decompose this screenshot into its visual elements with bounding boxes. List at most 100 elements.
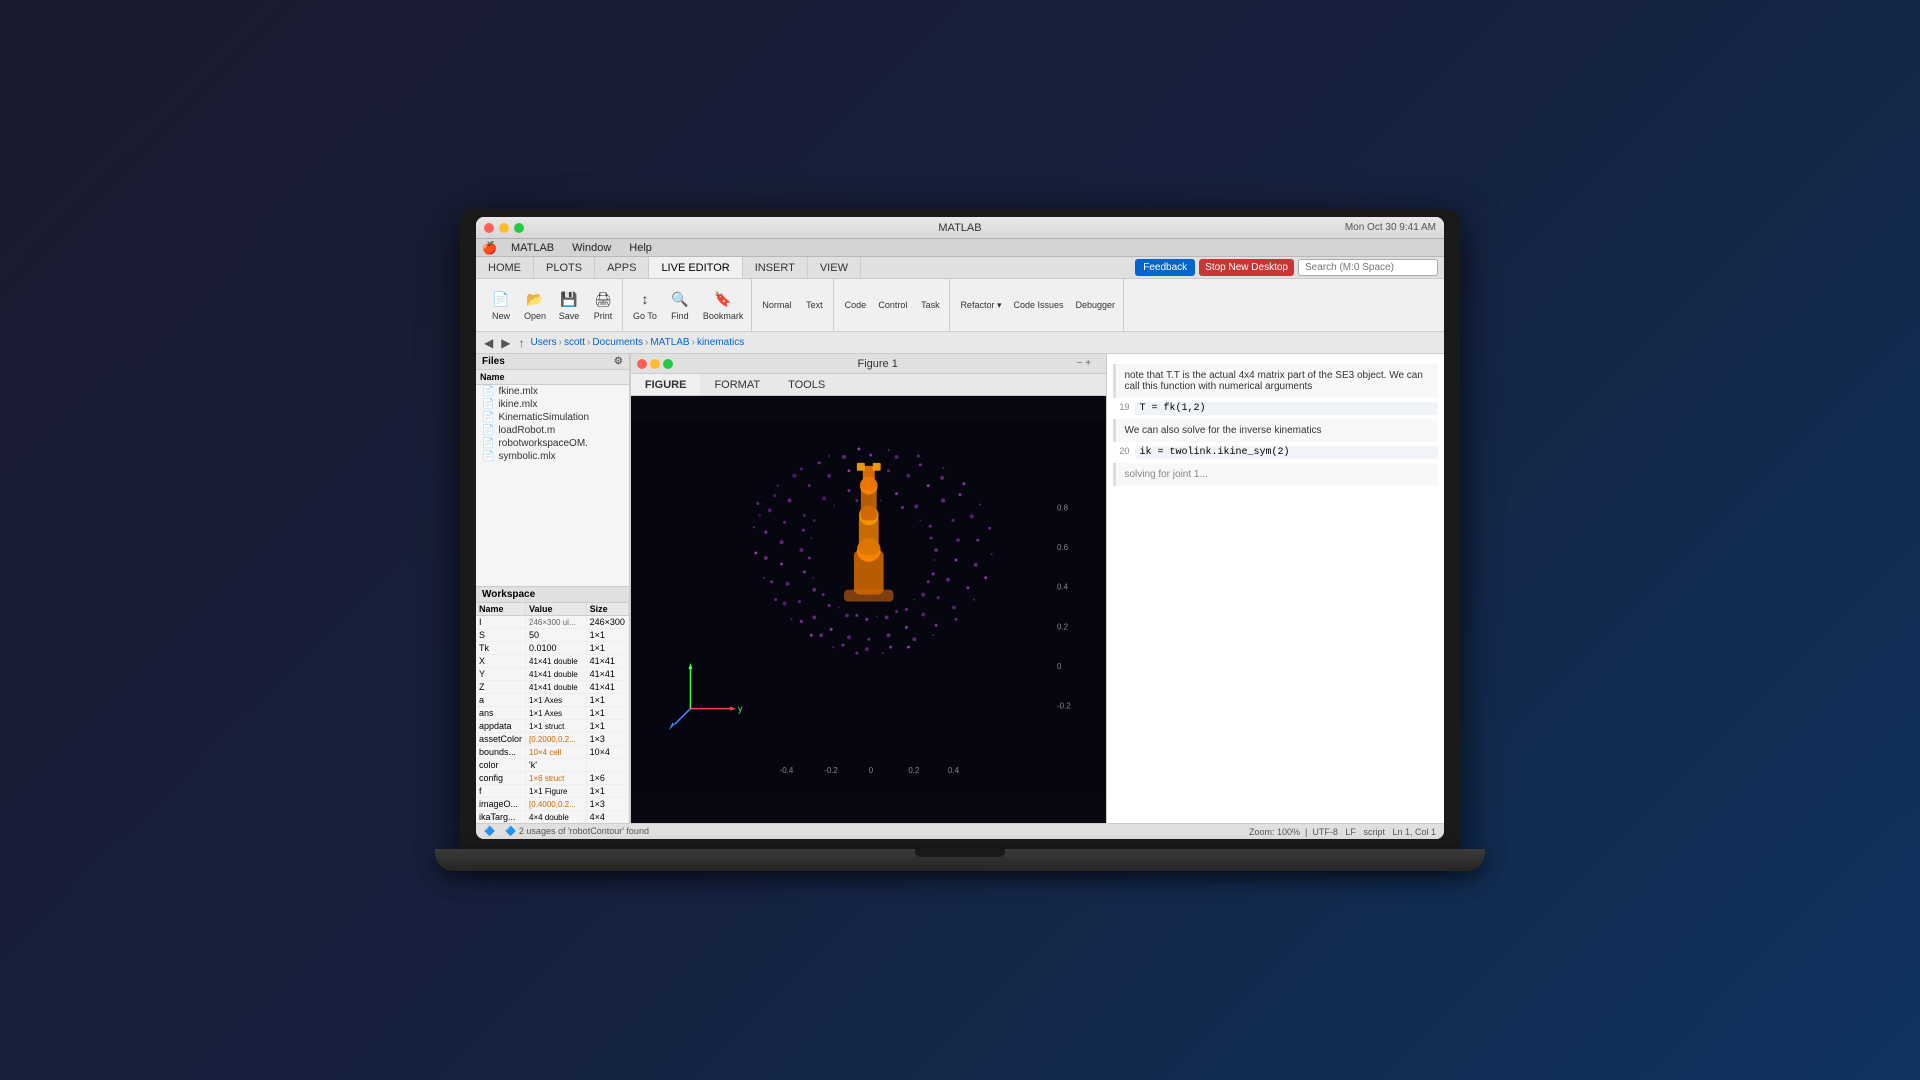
maximize-button[interactable]: [514, 223, 524, 233]
table-row[interactable]: f1×1 Figure1×1: [476, 785, 628, 798]
tab-plots[interactable]: PLOTS: [534, 257, 595, 278]
table-row[interactable]: S501×1: [476, 629, 628, 642]
tab-format[interactable]: FORMAT: [700, 374, 774, 395]
code-button[interactable]: Code: [840, 298, 870, 312]
figure-min[interactable]: [650, 359, 660, 369]
figure-zoom-in[interactable]: +: [1085, 358, 1091, 369]
nav-forward[interactable]: ▶: [499, 336, 512, 350]
code-text-20: ik = twolink.ikine_sym(2): [1135, 446, 1438, 459]
file-icon: 📄: [482, 438, 494, 449]
table-row[interactable]: ans1×1 Axes1×1: [476, 707, 628, 720]
find-button[interactable]: 🔍 Find: [665, 287, 695, 323]
toolbar-tabs: HOME PLOTS APPS LIVE EDITOR INSERT VIEW …: [476, 257, 1444, 279]
svg-text:0.2: 0.2: [908, 766, 919, 775]
breadcrumb-documents[interactable]: Documents: [592, 337, 643, 348]
tab-insert[interactable]: INSERT: [743, 257, 808, 278]
table-row[interactable]: imageO...[0.4000,0.2...1×3: [476, 798, 628, 811]
list-item[interactable]: 📄 KinematicSimulation: [476, 411, 629, 424]
menu-window[interactable]: Window: [568, 241, 615, 255]
bookmark-button[interactable]: 🔖 Bookmark: [699, 287, 748, 323]
figure-close[interactable]: [637, 359, 647, 369]
matlab-window: MATLAB Mon Oct 30 9:41 AM 🍎 MATLAB Windo…: [476, 217, 1444, 839]
table-row[interactable]: X41×41 double41×41: [476, 655, 628, 668]
figure-tabs: FIGURE FORMAT TOOLS: [631, 374, 1107, 396]
print-button[interactable]: 🖨 Print: [588, 287, 618, 323]
code-line-20: 20 ik = twolink.ikine_sym(2): [1113, 446, 1438, 459]
nav-back[interactable]: ◀: [482, 336, 495, 350]
text-button[interactable]: Text: [799, 298, 829, 312]
close-button[interactable]: [484, 223, 494, 233]
navigate-group: ↕ Go To 🔍 Find 🔖 Bookmark: [625, 279, 752, 331]
normal-button[interactable]: Normal: [758, 298, 795, 312]
task-button[interactable]: Task: [915, 298, 945, 312]
table-row[interactable]: assetColor[0.2000,0.2...1×3: [476, 733, 628, 746]
list-item[interactable]: 📄 fkine.mlx: [476, 385, 629, 398]
title-bar: MATLAB Mon Oct 30 9:41 AM: [476, 217, 1444, 239]
new-icon: 📄: [491, 289, 511, 309]
figure-view: y 0.8 0.6 0.4 0.2 0 -0.2: [631, 396, 1107, 823]
table-row[interactable]: ikaTarg...4×4 double4×4: [476, 811, 628, 824]
minimize-button[interactable]: [499, 223, 509, 233]
files-options[interactable]: ⚙: [614, 356, 623, 367]
tab-tools[interactable]: TOOLS: [774, 374, 839, 395]
file-icon: 📄: [482, 399, 494, 410]
right-panel: Figure 1 − + FIGURE FORMAT TOOLS: [630, 354, 1107, 823]
table-row[interactable]: Y41×41 double41×41: [476, 668, 628, 681]
figure-max[interactable]: [663, 359, 673, 369]
tab-view[interactable]: VIEW: [808, 257, 861, 278]
tab-home[interactable]: HOME: [476, 257, 534, 278]
status-bar: 🔷 🔷 2 usages of 'robotContour' found Zoo…: [476, 823, 1444, 839]
feedback-button[interactable]: Feedback: [1135, 259, 1195, 276]
table-row[interactable]: bounds...10×4 cell10×4: [476, 746, 628, 759]
tab-figure[interactable]: FIGURE: [631, 374, 701, 395]
table-row[interactable]: appdata1×1 struct1×1: [476, 720, 628, 733]
code-line-19: 19 T = fk(1,2): [1113, 402, 1438, 415]
table-row[interactable]: a1×1 Axes1×1: [476, 694, 628, 707]
window-controls: [484, 223, 524, 233]
main-content: Files ⚙ Name 📄 fkine.mlx: [476, 354, 1444, 823]
goto-button[interactable]: ↕ Go To: [629, 287, 661, 323]
table-row[interactable]: config1×6 struct1×6: [476, 772, 628, 785]
refactor-button[interactable]: Refactor ▾: [956, 298, 1005, 313]
tab-apps[interactable]: APPS: [595, 257, 649, 278]
save-button[interactable]: 💾 Save: [554, 287, 584, 323]
text-group: Normal Text: [754, 279, 834, 331]
open-button[interactable]: 📂 Open: [520, 287, 550, 323]
ws-col-name: Name: [476, 603, 526, 616]
menu-matlab[interactable]: MATLAB: [507, 241, 558, 255]
svg-text:0.2: 0.2: [1057, 622, 1068, 631]
breadcrumb-scott[interactable]: scott: [564, 337, 585, 348]
table-row[interactable]: I246×300 ul...246×300: [476, 616, 628, 629]
list-item[interactable]: 📄 ikine.mlx: [476, 398, 629, 411]
goto-icon: ↕: [635, 289, 655, 309]
svg-text:y: y: [738, 704, 743, 714]
menu-apple[interactable]: 🍎: [482, 241, 497, 255]
table-row[interactable]: Z41×41 double41×41: [476, 681, 628, 694]
svg-text:0.4: 0.4: [1057, 583, 1069, 592]
figure-zoom-out[interactable]: −: [1076, 358, 1082, 369]
list-item[interactable]: 📄 loadRobot.m: [476, 424, 629, 437]
list-item[interactable]: 📄 robotworkspaceOM.: [476, 437, 629, 450]
breadcrumb: Users › scott › Documents › MATLAB › kin…: [530, 337, 744, 348]
status-text: 🔷 2 usages of 'robotContour' found: [505, 826, 649, 837]
table-row[interactable]: Tk0.01001×1: [476, 642, 628, 655]
list-item[interactable]: 📄 symbolic.mlx: [476, 450, 629, 463]
breadcrumb-users[interactable]: Users: [530, 337, 556, 348]
nav-up[interactable]: ↑: [516, 336, 526, 350]
code-issues-button[interactable]: Code Issues: [1009, 298, 1067, 312]
breadcrumb-matlab[interactable]: MATLAB: [650, 337, 689, 348]
breadcrumb-kinematics[interactable]: kinematics: [697, 337, 744, 348]
svg-text:0.4: 0.4: [948, 766, 960, 775]
table-row[interactable]: color'k': [476, 759, 628, 772]
menu-help[interactable]: Help: [625, 241, 656, 255]
code-panel-content[interactable]: note that T.T is the actual 4x4 matrix p…: [1107, 354, 1444, 823]
stop-new-desktop-button[interactable]: Stop New Desktop: [1199, 259, 1294, 276]
new-button[interactable]: 📄 New: [486, 287, 516, 323]
control-button[interactable]: Control: [874, 298, 911, 312]
save-icon: 💾: [559, 289, 579, 309]
debugger-button[interactable]: Debugger: [1072, 298, 1120, 312]
search-input[interactable]: [1298, 259, 1438, 276]
files-header: Files ⚙: [476, 354, 629, 370]
tab-live-editor[interactable]: LIVE EDITOR: [649, 257, 742, 278]
svg-text:0.6: 0.6: [1057, 543, 1069, 552]
